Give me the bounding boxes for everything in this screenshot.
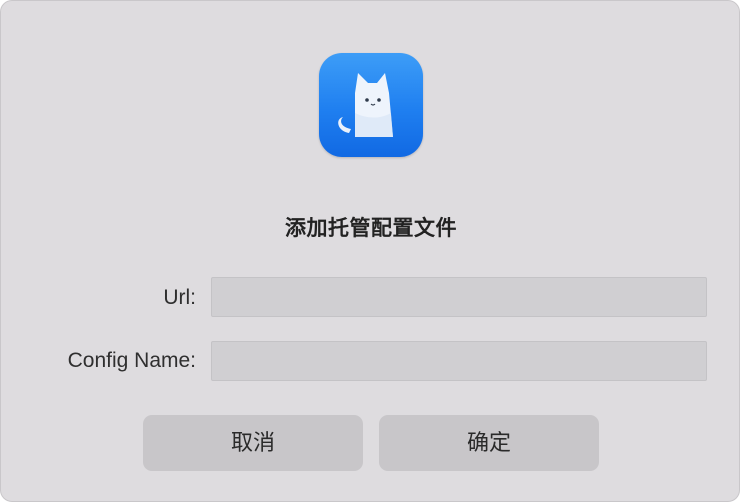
confirm-button[interactable]: 确定 [379,415,599,471]
config-name-label: Config Name: [67,349,196,372]
url-label: Url: [163,286,196,309]
dialog-title: 添加托管配置文件 [285,217,457,240]
config-name-input[interactable] [211,341,707,381]
cancel-button[interactable]: 取消 [143,415,363,471]
add-managed-config-dialog: 添加托管配置文件 Url: Config Name: 取消 确定 [0,0,740,502]
url-input[interactable] [211,277,707,317]
cat-app-icon [319,53,423,157]
